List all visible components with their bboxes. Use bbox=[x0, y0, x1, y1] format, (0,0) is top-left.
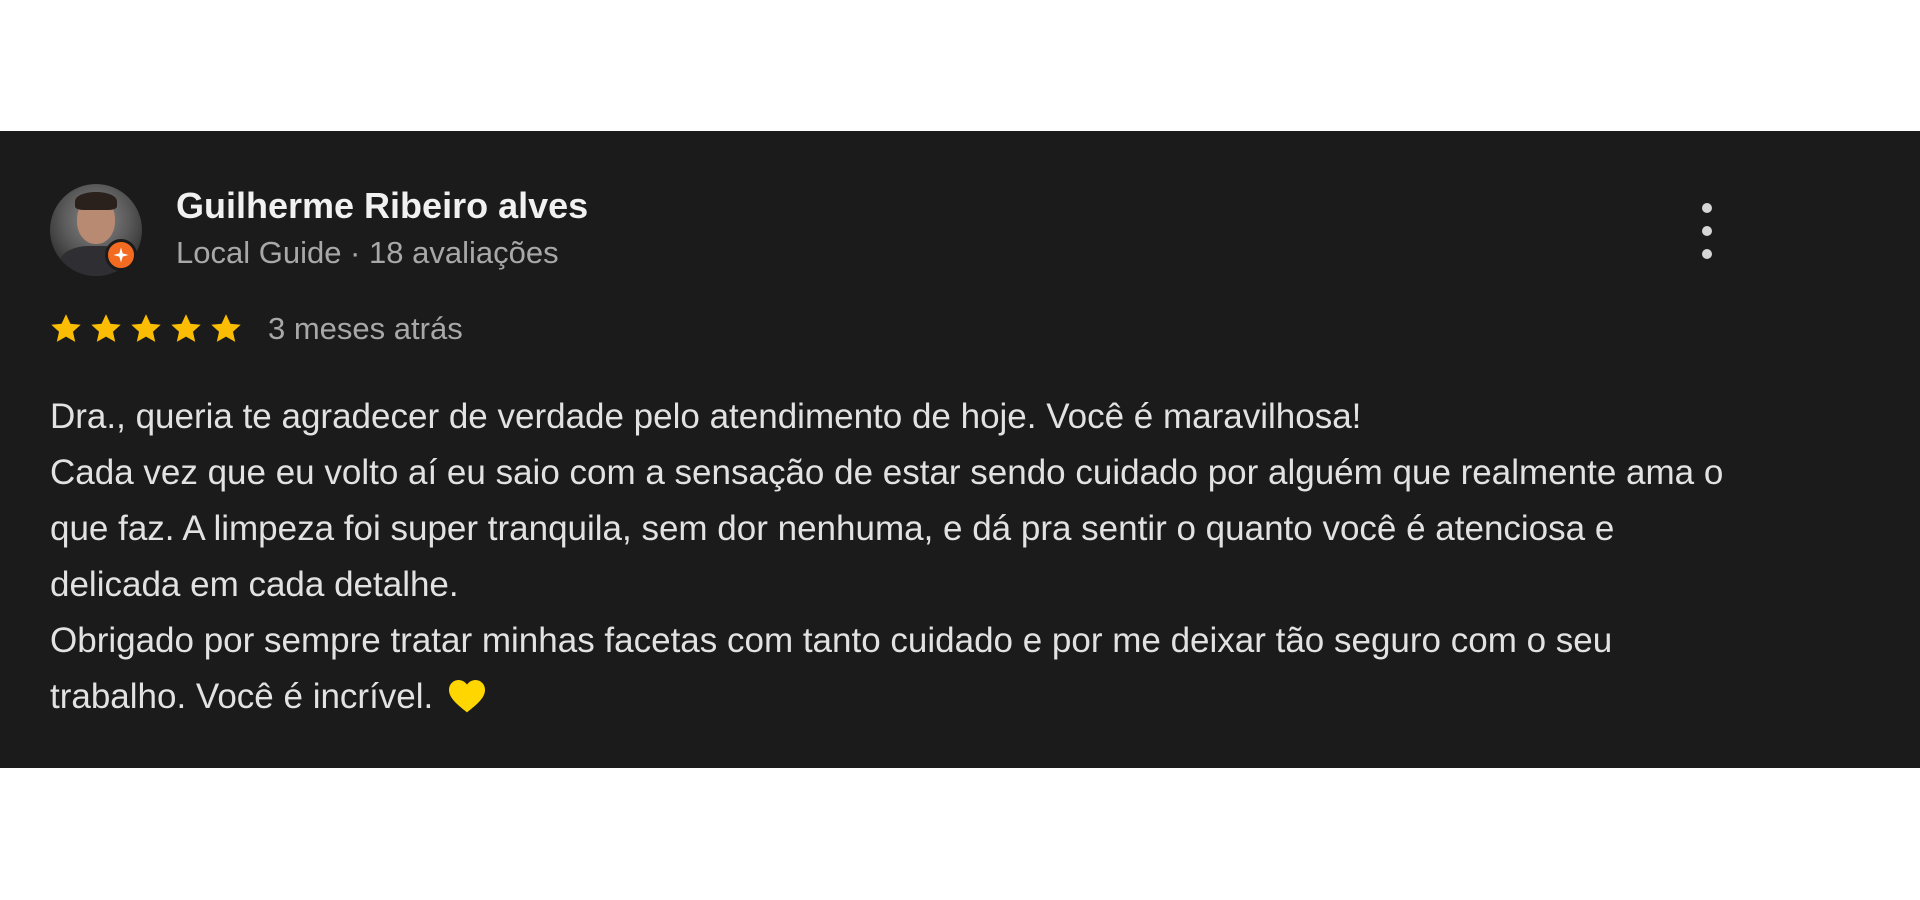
review-time: 3 meses atrás bbox=[268, 311, 463, 346]
reviewer-meta[interactable]: Local Guide · 18 avaliações bbox=[176, 235, 559, 271]
avatar[interactable] bbox=[50, 184, 142, 276]
star-icon bbox=[211, 314, 241, 342]
review-paragraph-2: Cada vez que eu volto aí eu saio com a s… bbox=[50, 453, 1734, 604]
yellow-heart-icon bbox=[449, 679, 486, 713]
review-card: Guilherme Ribeiro alves Local Guide · 18… bbox=[0, 131, 1920, 768]
review-line-1: Dra., queria te agradecer de verdade pel… bbox=[50, 397, 1362, 436]
review-paragraph-3: Obrigado por sempre tratar minhas faceta… bbox=[50, 613, 1750, 725]
star-icon bbox=[51, 314, 81, 342]
star-icon bbox=[171, 314, 201, 342]
star-icon bbox=[91, 314, 121, 342]
reviewer-name[interactable]: Guilherme Ribeiro alves bbox=[176, 185, 588, 227]
rating-row: 3 meses atrás bbox=[48, 307, 463, 351]
review-paragraph-3-text: Obrigado por sempre tratar minhas faceta… bbox=[50, 621, 1622, 716]
star-rating bbox=[48, 311, 244, 347]
review-text: Dra., queria te agradecer de verdade pel… bbox=[50, 389, 1750, 725]
local-guide-badge-icon bbox=[105, 239, 137, 271]
more-vert-icon[interactable] bbox=[1690, 203, 1724, 259]
star-icon bbox=[131, 314, 161, 342]
